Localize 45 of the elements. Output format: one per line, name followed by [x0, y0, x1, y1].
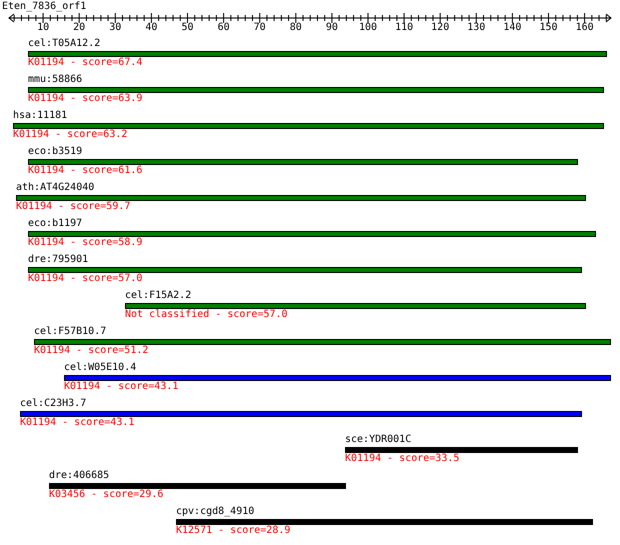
hit-name: cel:C23H3.7 — [20, 398, 86, 410]
hit-annotation: K01194 - score=43.1 — [20, 417, 134, 429]
hit-name: cel:T05A12.2 — [28, 38, 100, 50]
hit-annotation: K01194 - score=63.9 — [28, 93, 142, 105]
axis-tick-label: 50 — [181, 22, 194, 33]
hit-name: sce:YDR001C — [345, 434, 412, 446]
hit-name: cpv:cgd8_4910 — [176, 506, 254, 518]
hit-name: dre:406685 — [49, 470, 110, 482]
hit-name: hsa:11181 — [13, 110, 68, 122]
axis-tick-label: 30 — [109, 22, 122, 33]
hit-name: mmu:58866 — [28, 74, 82, 86]
hit-name: dre:795901 — [28, 254, 88, 266]
axis-tick-label: 150 — [539, 22, 558, 33]
hit-annotation: K01194 - score=33.5 — [345, 453, 460, 465]
hit-annotation: K01194 - score=59.7 — [16, 201, 130, 213]
axis-tick-label: 10 — [37, 22, 50, 33]
axis-tick-label: 90 — [326, 22, 338, 33]
axis-tick-label: 40 — [145, 22, 158, 33]
hit-name: eco:b3519 — [28, 146, 82, 158]
hit-annotation: K01194 - score=58.9 — [28, 237, 142, 249]
sequence-title: Eten_7836_orf1 — [2, 1, 86, 12]
hit-annotation: K12571 - score=28.9 — [176, 525, 290, 537]
hit-annotation: K01194 - score=63.2 — [13, 129, 128, 141]
axis-tick-label: 70 — [254, 22, 266, 33]
hit-annotation: K01194 - score=57.0 — [28, 273, 142, 285]
hit-name: cel:W05E10.4 — [64, 362, 136, 374]
axis-tick-label: 130 — [467, 22, 486, 33]
axis-tick-label: 160 — [576, 22, 594, 33]
hit-name: cel:F57B10.7 — [34, 326, 106, 338]
axis-tick-label: 80 — [290, 22, 302, 33]
hit-annotation: K01194 - score=67.4 — [28, 57, 142, 69]
hit-annotation: K01194 - score=51.2 — [34, 345, 148, 357]
axis-tick-label: 110 — [395, 22, 414, 33]
axis-tick-label: 20 — [73, 22, 86, 33]
hit-annotation: K01194 - score=61.6 — [28, 165, 142, 177]
axis-tick-label: 100 — [358, 22, 378, 33]
hit-name: ath:AT4G24040 — [16, 182, 94, 194]
hit-annotation: K01194 - score=43.1 — [64, 381, 178, 393]
axis-tick-label: 120 — [431, 22, 450, 33]
axis-tick-label: 60 — [218, 22, 230, 33]
hit-annotation: K03456 - score=29.6 — [49, 489, 164, 501]
hit-name: cel:F15A2.2 — [125, 290, 192, 302]
hit-annotation: Not classified - score=57.0 — [125, 309, 288, 321]
axis-tick-label: 140 — [503, 22, 522, 33]
hit-name: eco:b1197 — [28, 218, 82, 230]
